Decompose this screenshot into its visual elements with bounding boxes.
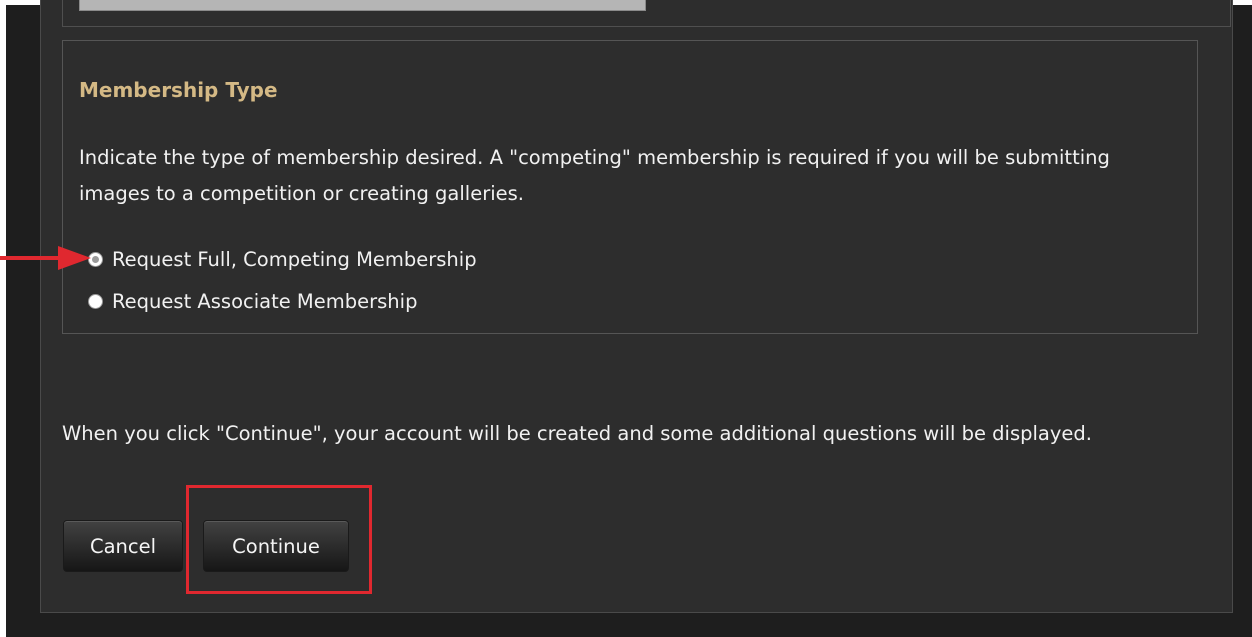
membership-type-heading: Membership Type bbox=[79, 78, 278, 102]
membership-type-description: Indicate the type of membership desired.… bbox=[79, 146, 1110, 205]
screenshot: Membership Type Indicate the type of mem… bbox=[0, 0, 1252, 637]
associate-membership-label[interactable]: Request Associate Membership bbox=[112, 290, 417, 313]
continue-highlight-box bbox=[186, 485, 372, 594]
cancel-button[interactable]: Cancel bbox=[63, 520, 183, 572]
full-membership-label[interactable]: Request Full, Competing Membership bbox=[112, 248, 477, 271]
red-arrow-icon bbox=[0, 246, 91, 270]
previous-input-field[interactable] bbox=[79, 0, 646, 11]
continue-info-text: When you click "Continue", your account … bbox=[62, 422, 1092, 445]
radio-option-full-membership[interactable]: Request Full, Competing Membership bbox=[88, 245, 477, 273]
associate-membership-radio[interactable] bbox=[88, 293, 103, 309]
radio-option-associate-membership[interactable]: Request Associate Membership bbox=[88, 287, 417, 315]
